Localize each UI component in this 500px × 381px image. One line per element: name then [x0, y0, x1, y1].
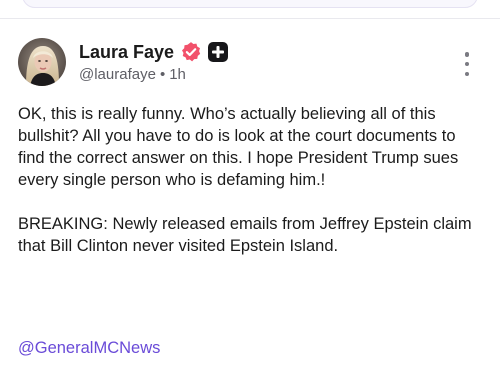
author-handle[interactable]: @laurafaye	[79, 66, 156, 83]
mention-link[interactable]: @GeneralMCNews	[18, 337, 160, 359]
verified-badge-icon	[180, 41, 202, 63]
post-body: OK, this is really funny. Who’s actually…	[18, 103, 486, 257]
post-paragraph: BREAKING: Newly released emails from Jef…	[18, 215, 472, 255]
author-name[interactable]: Laura Faye	[79, 42, 174, 63]
plus-badge-icon	[208, 42, 229, 62]
avatar[interactable]	[18, 38, 66, 86]
search-bar-edge[interactable]	[22, 0, 478, 8]
post-meta: @laurafaye • 1h	[79, 66, 186, 83]
author-row: Laura Faye	[79, 41, 229, 63]
post-view: Laura Faye @laurafaye • 1h OK, this is rea	[0, 0, 500, 381]
post-time: 1h	[169, 66, 186, 83]
meta-separator: •	[159, 66, 166, 83]
post-paragraph: OK, this is really funny. Who’s actually…	[18, 105, 459, 189]
post-card: Laura Faye @laurafaye • 1h OK, this is rea	[0, 19, 500, 381]
more-vertical-icon[interactable]	[458, 52, 476, 76]
